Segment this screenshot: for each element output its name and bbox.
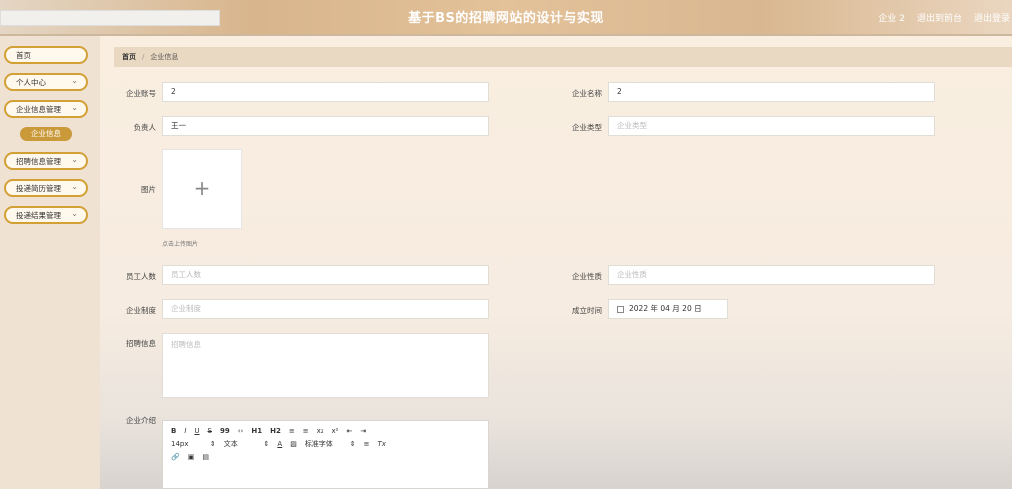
breadcrumb-current: 企业信息 [150,53,179,61]
superscript-button[interactable]: x² [332,427,339,435]
sidebar-item-label: 首页 [16,50,31,60]
clear-format-button[interactable]: Tx [377,440,385,448]
nature-input[interactable]: 企业性质 [608,265,935,285]
plus-icon: + [193,176,211,200]
block-format-select[interactable]: 文本 ⇕ [224,439,270,449]
recruit-textarea[interactable]: 招聘信息 [162,333,489,398]
chevron-down-icon: ⌄ [71,103,78,112]
image-upload[interactable]: + [162,149,242,229]
company-type-label: 企业类型 [572,123,602,132]
intro-label: 企业介绍 [126,416,156,425]
image-label: 图片 [141,185,156,194]
blockquote-button[interactable]: 99 [220,427,230,435]
header-nav: 企业 2 退出到前台 退出登录 [878,11,1010,24]
sidebar-subitem-company-info[interactable]: 企业信息 [20,127,72,141]
sidebar-item-home[interactable]: 首页 [4,46,88,64]
sidebar-item-recruit[interactable]: 招聘信息管理 ⌄ [4,152,88,170]
system-input[interactable]: 企业制度 [162,299,489,319]
exit-admin-link[interactable]: 退出到前台 [917,11,962,24]
block-format-value: 文本 [223,439,238,448]
chevron-down-icon: ⌄ [71,182,78,191]
company-type-input[interactable]: 企业类型 [608,116,935,136]
h1-button[interactable]: H1 [251,427,262,435]
outdent-button[interactable]: ⇤ [346,427,352,435]
editor-toolbar-row-1: B I U S 99 ‹› H1 H2 ≡ ≡ x₂ x² ⇤ ⇥ [163,424,488,437]
founded-label: 成立时间 [572,306,602,315]
sidebar: 首页 个人中心 ⌄ 企业信息管理 ⌄ 企业信息 招聘信息管理 ⌄ 投递简历管理 … [0,36,100,489]
sidebar-item-company[interactable]: 企业信息管理 ⌄ [4,100,88,118]
strike-button[interactable]: S [208,427,212,435]
breadcrumb: 首页 / 企业信息 [114,47,1012,67]
editor-toolbar-row-3: 🔗 ▣ ▤ [163,450,488,463]
font-family-value: 标准字体 [304,439,333,448]
sidebar-item-label: 企业信息管理 [16,104,61,114]
breadcrumb-home[interactable]: 首页 [122,52,136,62]
font-size-value: 14px [171,439,189,448]
h2-button[interactable]: H2 [270,427,281,435]
sidebar-item-label: 个人中心 [16,77,46,87]
font-color-icon[interactable]: A [277,440,282,448]
employees-input[interactable]: 员工人数 [162,265,489,285]
top-header: 基于BS的招聘网站的设计与实现 企业 2 退出到前台 退出登录 [0,0,1012,36]
recruit-label: 招聘信息 [126,339,156,348]
employees-label: 员工人数 [126,272,156,281]
site-title: 基于BS的招聘网站的设计与实现 [408,11,604,26]
breadcrumb-separator: / [142,53,145,61]
underline-button[interactable]: U [194,427,199,435]
indent-button[interactable]: ⇥ [360,427,366,435]
font-size-select[interactable]: 14px ⇕ [171,440,216,448]
company-name-label: 企业名称 [572,89,602,98]
user-name: 企业 2 [878,14,905,24]
image-icon[interactable]: ▣ [188,453,195,461]
sidebar-item-label: 投递结果管理 [16,210,61,220]
sidebar-item-profile[interactable]: 个人中心 ⌄ [4,73,88,91]
sidebar-item-label: 招聘信息管理 [16,156,61,166]
sidebar-item-label: 投递简历管理 [16,183,61,193]
video-icon[interactable]: ▤ [202,453,209,461]
editor-toolbar-row-2: 14px ⇕ 文本 ⇕ A ▨ 标准字体 ⇕ ≡ Tx [163,437,488,450]
font-family-select[interactable]: 标准字体 ⇕ [305,439,356,449]
chevron-down-icon: ⌄ [71,76,78,85]
founded-date-picker[interactable]: 2022 年 04 月 20 日 [608,299,728,319]
contact-label: 负责人 [133,123,157,132]
bullet-list-button[interactable]: ≡ [303,427,309,435]
code-button[interactable]: ‹› [238,427,244,435]
account-label: 企业账号 [126,89,156,98]
account-input[interactable]: 2 [162,82,489,102]
ordered-list-button[interactable]: ≡ [289,427,295,435]
founded-date-value: 2022 年 04 月 20 日 [629,304,702,313]
sidebar-item-resumes[interactable]: 投递简历管理 ⌄ [4,179,88,197]
calendar-icon [617,305,624,313]
system-label: 企业制度 [126,306,156,315]
subscript-button[interactable]: x₂ [317,427,324,435]
chevron-down-icon: ⌄ [71,209,78,218]
italic-button[interactable]: I [184,427,186,435]
rich-text-editor[interactable]: B I U S 99 ‹› H1 H2 ≡ ≡ x₂ x² ⇤ ⇥ 14px ⇕… [162,420,489,489]
main-content: 首页 / 企业信息 企业账号 2 企业名称 2 负责人 王一 企业类型 企业类型… [100,36,1012,489]
link-icon[interactable]: 🔗 [171,453,180,461]
contact-input[interactable]: 王一 [162,116,489,136]
align-icon[interactable]: ≡ [364,440,370,448]
chevron-down-icon: ⌄ [71,155,78,164]
bold-button[interactable]: B [171,427,176,435]
company-name-input[interactable]: 2 [608,82,935,102]
nature-label: 企业性质 [572,272,602,281]
upload-hint: 点击上传图片 [162,241,199,248]
sidebar-item-results[interactable]: 投递结果管理 ⌄ [4,206,88,224]
highlight-icon[interactable]: ▨ [290,440,297,448]
logout-link[interactable]: 退出登录 [974,11,1010,24]
